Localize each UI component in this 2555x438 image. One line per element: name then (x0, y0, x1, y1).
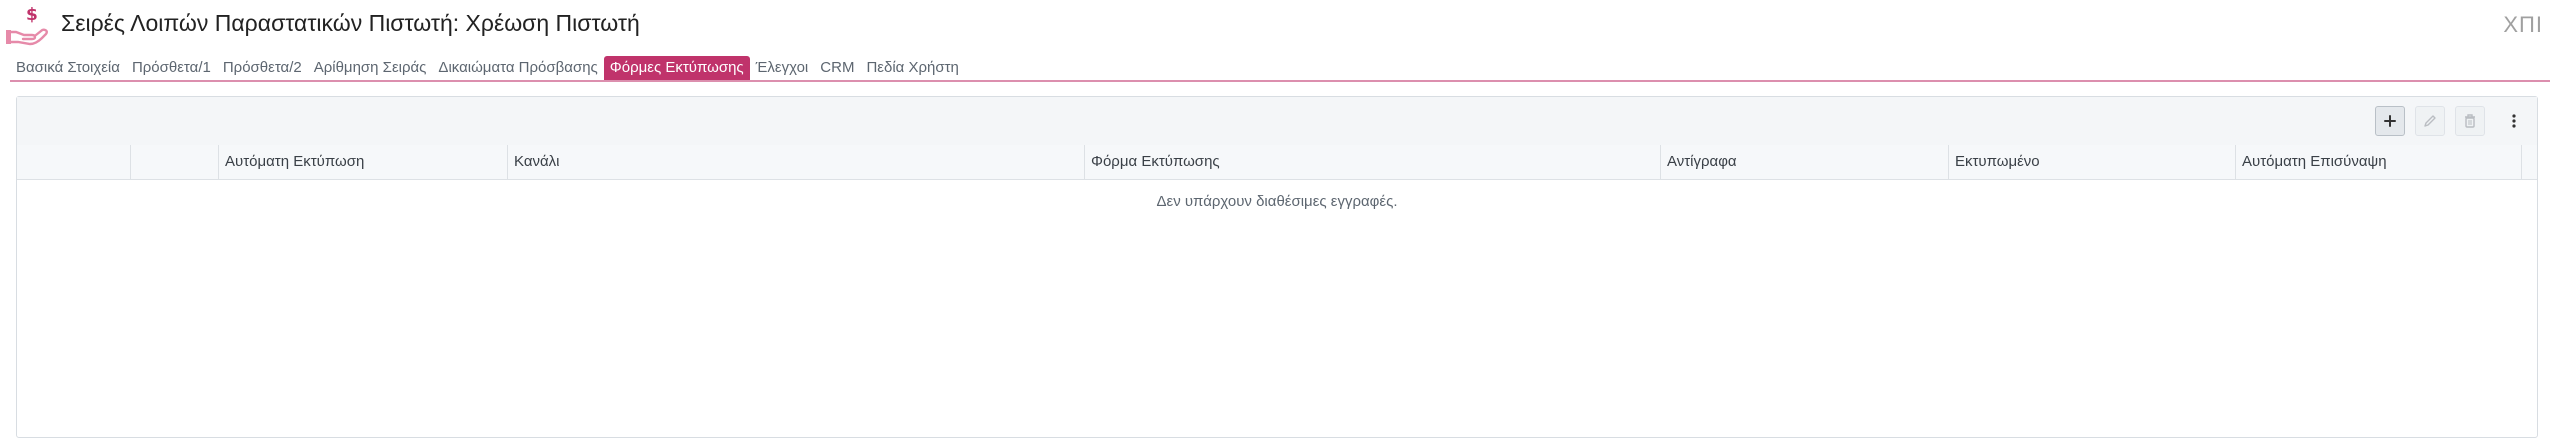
tab-basic-info[interactable]: Βασικά Στοιχεία (10, 56, 126, 80)
tab-bar: Βασικά Στοιχεία Πρόσθετα/1 Πρόσθετα/2 Αρ… (10, 56, 965, 80)
more-options-button[interactable] (2504, 106, 2524, 136)
page-header: $ Σειρές Λοιπών Παραστατικών Πιστωτή: Χρ… (0, 0, 2555, 52)
add-button[interactable] (2375, 106, 2405, 136)
grid-header: Αυτόματη Εκτύπωση Κανάλι Φόρμα Εκτύπωσης… (17, 145, 2537, 180)
column-header-channel[interactable]: Κανάλι (507, 145, 1084, 179)
tab-underline (10, 80, 2550, 82)
print-forms-panel: Αυτόματη Εκτύπωση Κανάλι Φόρμα Εκτύπωσης… (16, 96, 2538, 438)
column-header-auto-print[interactable]: Αυτόματη Εκτύπωση (218, 145, 507, 179)
tab-additional-2[interactable]: Πρόσθετα/2 (217, 56, 308, 80)
tab-crm[interactable]: CRM (814, 56, 860, 80)
column-header-auto-attach[interactable]: Αυτόματη Επισύναψη (2235, 145, 2521, 179)
pencil-icon (2424, 115, 2436, 127)
column-header-copies[interactable]: Αντίγραφα (1660, 145, 1948, 179)
svg-text:$: $ (26, 5, 38, 25)
column-header-printed[interactable]: Εκτυπωμένο (1948, 145, 2235, 179)
tab-checks[interactable]: Έλεγχοι (750, 56, 815, 80)
tab-user-fields[interactable]: Πεδία Χρήστη (860, 56, 964, 80)
tab-access-rights[interactable]: Δικαιώματα Πρόσβασης (432, 56, 603, 80)
series-code: ΧΠΙ (2503, 12, 2543, 37)
plus-icon (2384, 115, 2396, 127)
column-header-print-form[interactable]: Φόρμα Εκτύπωσης (1084, 145, 1660, 179)
page-title: Σειρές Λοιπών Παραστατικών Πιστωτή: Χρέω… (61, 10, 640, 36)
edit-button[interactable] (2415, 106, 2445, 136)
grid-toolbar (17, 97, 2537, 146)
column-header-actions[interactable] (130, 145, 218, 179)
delete-button[interactable] (2455, 106, 2485, 136)
vertical-dots-icon (2512, 114, 2516, 128)
money-hand-icon: $ (6, 4, 50, 46)
column-header-select[interactable] (17, 145, 130, 179)
trash-icon (2465, 114, 2475, 128)
tab-series-numbering[interactable]: Αρίθμηση Σειράς (308, 56, 433, 80)
tab-print-forms[interactable]: Φόρμες Εκτύπωσης (603, 56, 750, 80)
empty-grid-message: Δεν υπάρχουν διαθέσιμες εγγραφές. (1156, 193, 1398, 210)
tab-additional-1[interactable]: Πρόσθετα/1 (126, 56, 217, 80)
column-header-spacer (2521, 145, 2537, 179)
